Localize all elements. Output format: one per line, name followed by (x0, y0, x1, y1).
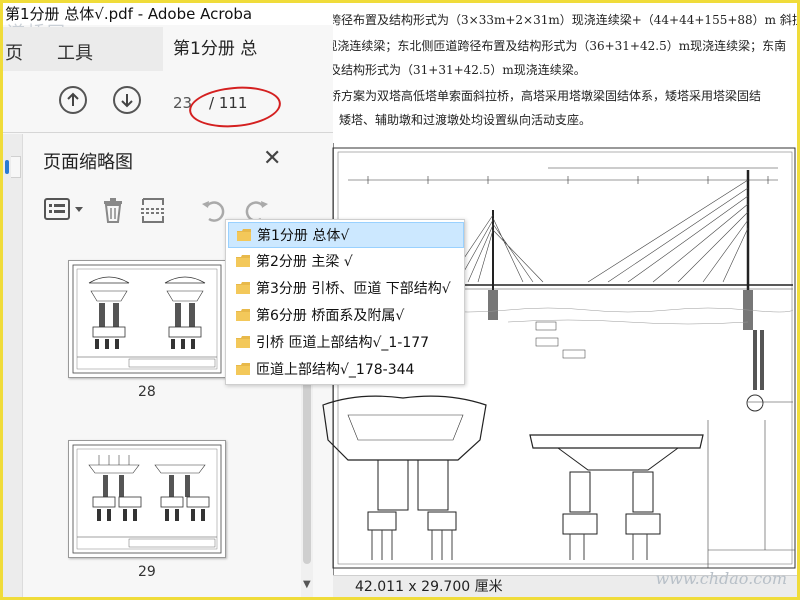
pdf-text-line: （2×35m）现浇连续梁；东北侧匝道跨径布置及结构形式为（36+31+42.5）… (333, 39, 787, 53)
pdf-text-line: 塔墩分离体系，矮塔、辅助墩和过渡墩处均设置纵向活动支座。 (333, 113, 592, 127)
pdf-text-line: 主线桥梁跨径布置及结构形式为（3×33m+2×31m）现浇连续梁+（44+44+… (333, 13, 797, 27)
folder-label: 第2分册 主梁 √ (256, 254, 353, 270)
rotate-left-button[interactable] (199, 196, 227, 228)
folder-label: 匝道上部结构√_178-344 (256, 362, 415, 378)
folder-icon (236, 309, 250, 321)
page-thumbnail-28[interactable] (68, 260, 226, 378)
folder-item[interactable]: 匝道上部结构√_178-344 (228, 357, 464, 383)
folder-list-popup: 第1分册 总体√ 第2分册 主梁 √ 第3分册 引桥、匝道 下部结构√ 第6分册… (225, 219, 465, 385)
arrow-up-icon (67, 92, 79, 106)
menubar: 页 工具 第1分册 总 (3, 27, 333, 71)
folder-icon (236, 336, 250, 348)
rotate-ccw-icon (202, 201, 225, 222)
folder-item[interactable]: 第1分册 总体√ (228, 222, 464, 248)
pdf-text-block: 主线桥梁跨径布置及结构形式为（3×33m+2×31m）现浇连续梁+（44+44+… (333, 3, 797, 143)
options-menu-button[interactable] (43, 196, 85, 226)
pane-toggle-tab[interactable] (11, 156, 21, 178)
insert-pages-icon (141, 198, 165, 223)
folder-label: 第1分册 总体√ (257, 228, 350, 244)
folder-label: 第3分册 引桥、匝道 下部结构√ (256, 281, 451, 297)
page-thumbnail-29[interactable] (68, 440, 226, 558)
folder-item[interactable]: 引桥 匝道上部结构√_1-177 (228, 330, 464, 356)
document-tab[interactable]: 第1分册 总 (163, 27, 333, 71)
folder-item[interactable]: 第2分册 主梁 √ (228, 249, 464, 275)
folder-item[interactable]: 第6分册 桥面系及附属√ (228, 303, 464, 329)
navigation-pane-strip (3, 134, 23, 597)
pdf-text-line: 匝道跨径布置及结构形式为（31+31+42.5）m现浇连续梁。 (333, 63, 586, 77)
delete-page-button[interactable] (99, 196, 127, 228)
folder-label: 引桥 匝道上部结构√_1-177 (256, 335, 430, 351)
folder-icon (236, 363, 250, 375)
arrow-down-icon (121, 94, 133, 108)
panel-title: 页面缩略图 (43, 152, 133, 173)
active-pane-marker (5, 160, 9, 174)
previous-page-button[interactable] (59, 86, 87, 114)
insert-page-button[interactable] (139, 196, 167, 228)
close-icon[interactable]: ✕ (263, 146, 281, 171)
folder-icon (237, 229, 251, 241)
folder-label: 第6分册 桥面系及附属√ (256, 308, 405, 324)
folder-icon (236, 282, 250, 294)
next-page-button[interactable] (113, 86, 141, 114)
chevron-down-icon[interactable]: ▼ (303, 579, 311, 590)
trash-icon (104, 198, 122, 223)
folder-item[interactable]: 第3分册 引桥、匝道 下部结构√ (228, 276, 464, 302)
menu-page[interactable]: 页 (5, 39, 23, 65)
thumbnail-page-label: 28 (138, 384, 156, 400)
folder-icon (236, 255, 250, 267)
thumbnail-drawing (72, 264, 222, 374)
pdf-text-line: 跨沱江主桥方案为双塔高低塔单索面斜拉桥，高塔采用塔墩梁固结体系，矮塔采用塔梁固结 (333, 89, 762, 103)
list-options-icon (44, 198, 83, 220)
page-navigation-bar: 23 / 111 (3, 71, 333, 133)
thumbnail-drawing (72, 444, 222, 554)
thumbnail-page-label: 29 (138, 564, 156, 580)
menu-tools[interactable]: 工具 (57, 39, 93, 65)
